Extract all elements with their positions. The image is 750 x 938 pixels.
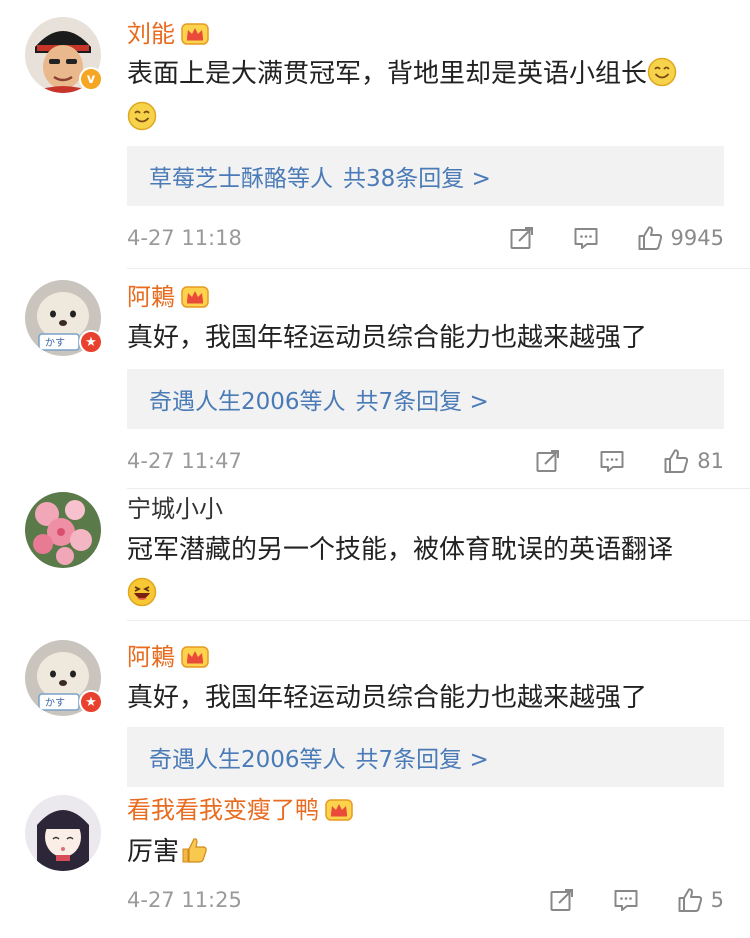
comment-body: 真好，我国年轻运动员综合能力也越来越强了 (127, 323, 648, 353)
comment-meta: 4-27 11:18 9945 (127, 223, 724, 253)
username[interactable]: 宁城小小 (127, 494, 223, 524)
svg-text:かす: かす (45, 697, 65, 709)
comment-meta: 4-27 11:47 81 (127, 446, 724, 476)
like-count: 9945 (670, 226, 724, 250)
reply-users[interactable]: 草莓芝士酥酪等人 (149, 159, 333, 193)
share-icon (549, 887, 575, 913)
reply-count-link[interactable]: 共7条回复 > (356, 740, 489, 774)
svg-text:かす: かす (45, 337, 65, 349)
avatar[interactable]: v (25, 17, 103, 93)
avatar-image (25, 795, 101, 871)
laugh-emoji-icon (127, 577, 157, 607)
crown-icon (181, 286, 209, 308)
timestamp: 4-27 11:25 (127, 888, 242, 912)
thumbs-up-emoji-icon (179, 835, 209, 865)
reply-count-link[interactable]: 共7条回复 > (356, 382, 489, 416)
comment-body: 厉害 (127, 837, 180, 867)
reply-count-link[interactable]: 共38条回复 > (343, 159, 491, 193)
username-text[interactable]: 阿鶫 (127, 282, 175, 312)
avatar[interactable] (25, 492, 101, 568)
smile-emoji-icon (127, 101, 157, 131)
comment-text: 表面上是大满贯冠军，背地里却是英语小组长 (127, 52, 720, 140)
comment-button[interactable] (613, 887, 639, 913)
like-button[interactable]: 81 (663, 448, 724, 474)
comment-icon (613, 887, 639, 913)
avatar-image (25, 492, 101, 568)
thumbs-up-icon (663, 448, 689, 474)
crown-icon (181, 23, 209, 45)
comment-text: 真好，我国年轻运动员综合能力也越来越强了 (127, 676, 720, 720)
share-button[interactable] (535, 448, 561, 474)
username-text[interactable]: 看我看我变瘦了鸭 (127, 795, 319, 825)
avatar[interactable] (25, 795, 101, 871)
like-count: 5 (710, 888, 724, 912)
share-icon (509, 225, 535, 251)
like-button[interactable]: 9945 (637, 225, 724, 251)
thumbs-up-icon (677, 887, 703, 913)
divider (127, 268, 750, 269)
crown-icon (181, 646, 209, 668)
comment-icon (599, 448, 625, 474)
avatar[interactable]: かす ★ (25, 280, 103, 356)
username[interactable]: 看我看我变瘦了鸭 (127, 795, 353, 825)
username[interactable]: 阿鶫 (127, 642, 209, 672)
crown-icon (325, 799, 353, 821)
reply-preview[interactable]: 草莓芝士酥酪等人 共38条回复 > (127, 146, 724, 206)
comment-text: 厉害 (127, 830, 720, 874)
username-text[interactable]: 宁城小小 (127, 494, 223, 524)
comment-meta: 4-27 11:25 5 (127, 885, 724, 915)
comment-text: 真好，我国年轻运动员综合能力也越来越强了 (127, 316, 720, 360)
comment-body: 表面上是大满贯冠军，背地里却是英语小组长 (127, 59, 648, 89)
divider (127, 620, 750, 621)
comment-body: 真好，我国年轻运动员综合能力也越来越强了 (127, 683, 648, 713)
like-button[interactable]: 5 (677, 887, 724, 913)
username-text[interactable]: 阿鶫 (127, 642, 175, 672)
comment-icon (573, 225, 599, 251)
member-badge-icon: ★ (79, 690, 103, 714)
comment-body: 冠军潜藏的另一个技能，被体育耽误的英语翻译 (127, 535, 674, 565)
share-button[interactable] (549, 887, 575, 913)
verified-badge-icon: v (79, 67, 103, 91)
reply-preview[interactable]: 奇遇人生2006等人 共7条回复 > (127, 369, 724, 429)
smile-emoji-icon (647, 57, 677, 87)
reply-users[interactable]: 奇遇人生2006等人 (149, 382, 346, 416)
share-button[interactable] (509, 225, 535, 251)
timestamp: 4-27 11:18 (127, 226, 242, 250)
share-icon (535, 448, 561, 474)
username[interactable]: 刘能 (127, 19, 209, 49)
reply-preview[interactable]: 奇遇人生2006等人 共7条回复 > (127, 727, 724, 787)
comment-button[interactable] (599, 448, 625, 474)
reply-users[interactable]: 奇遇人生2006等人 (149, 740, 346, 774)
thumbs-up-icon (637, 225, 663, 251)
avatar[interactable]: かす ★ (25, 640, 103, 716)
divider (127, 488, 750, 489)
timestamp: 4-27 11:47 (127, 449, 242, 473)
username-text[interactable]: 刘能 (127, 19, 175, 49)
like-count: 81 (697, 449, 724, 473)
username[interactable]: 阿鶫 (127, 282, 209, 312)
comment-text: 冠军潜藏的另一个技能，被体育耽误的英语翻译 (127, 528, 720, 616)
member-badge-icon: ★ (79, 330, 103, 354)
comment-button[interactable] (573, 225, 599, 251)
